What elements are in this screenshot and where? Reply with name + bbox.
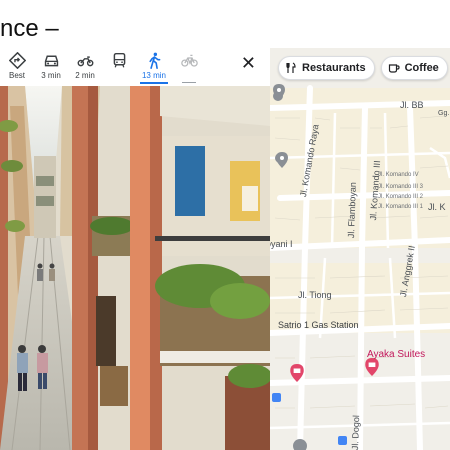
road-label: Jl. Tiong: [298, 290, 332, 300]
travel-mode-label: 13 min: [141, 71, 166, 80]
road-label: Jl. Komando IV: [378, 172, 419, 178]
chip-restaurants[interactable]: Restaurants: [278, 56, 375, 80]
travel-mode-best[interactable]: Best: [0, 48, 34, 86]
motorcycle-icon: [77, 56, 93, 67]
travel-mode-motorcycle[interactable]: 2 min: [68, 48, 102, 86]
best-route-icon: [8, 52, 26, 69]
travel-mode-label: 3 min: [41, 71, 61, 80]
street-view-photo[interactable]: [0, 86, 270, 450]
road-label: Jl. Flamboyan: [346, 182, 358, 239]
road-label: Jl. Komando III 1: [378, 204, 424, 210]
hotel-label[interactable]: Ayaka Suites: [367, 349, 425, 360]
map-pin-icon[interactable]: [276, 152, 288, 168]
road-label: Jl. Komando III 3: [378, 184, 424, 190]
travel-mode-drive[interactable]: 3 min: [34, 48, 68, 86]
transit-icon: [113, 52, 125, 68]
bicycle-icon: [180, 54, 198, 67]
road-label: Jl. Dogol: [350, 415, 362, 450]
map-pin-icon[interactable]: [273, 84, 285, 100]
hotel-pin-icon[interactable]: [365, 358, 379, 376]
category-chips: Restaurants Coffee: [278, 56, 450, 80]
travel-mode-label: Best: [8, 71, 25, 80]
car-icon: [44, 55, 58, 67]
mall-corridor-image: [0, 86, 270, 450]
close-button[interactable]: ✕: [241, 54, 256, 72]
road-label: Gg.: [438, 110, 450, 117]
chip-coffee[interactable]: Coffee: [380, 56, 448, 80]
travel-mode-bar: Best 3 min 2 min 13 min ✕: [0, 48, 270, 86]
restaurant-icon: [286, 62, 296, 73]
travel-mode-walk[interactable]: 13 min: [136, 48, 172, 86]
gas-station-label[interactable]: Satrio 1 Gas Station: [278, 320, 359, 330]
travel-mode-label: 2 min: [75, 71, 95, 80]
map-view[interactable]: Restaurants Coffee Jl. BB Gg. Jl. Komand…: [270, 48, 450, 450]
travel-mode-transit[interactable]: [102, 48, 136, 86]
road-label: oyani I: [270, 239, 293, 249]
slide-title: nce –: [0, 15, 59, 42]
travel-mode-bicycle[interactable]: [172, 48, 206, 86]
road-label: Jl. Komando III 2: [378, 194, 424, 200]
road-label: Jl. K: [428, 202, 446, 212]
hotel-pin-icon[interactable]: [290, 364, 304, 382]
chip-label: Coffee: [404, 62, 439, 74]
coffee-icon: [388, 64, 400, 73]
chip-label: Restaurants: [302, 62, 366, 74]
road-label: Jl. BB: [400, 100, 424, 110]
walking-icon: [148, 52, 160, 69]
